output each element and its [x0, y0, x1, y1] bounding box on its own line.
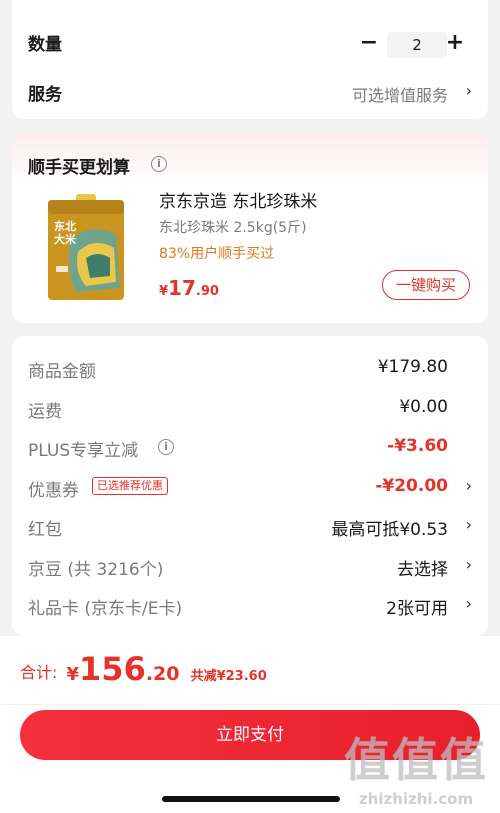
jd-beans-row[interactable]: 京豆 (共 3216个) 去选择 ›: [12, 546, 488, 586]
red-packet-label: 红包: [28, 520, 62, 540]
info-icon[interactable]: i: [158, 439, 174, 455]
quantity-decrease-button[interactable]: −: [359, 32, 379, 54]
plus-discount-value: -¥3.60: [387, 436, 448, 456]
gift-card-value: 2张可用: [386, 599, 448, 619]
goods-amount-value: ¥179.80: [377, 357, 448, 377]
jd-beans-value: 去选择: [397, 560, 448, 580]
coupon-row[interactable]: 优惠券 已选推荐优惠 -¥20.00 ›: [12, 466, 488, 506]
total-line: 合计: ¥156.20 共减¥23.60: [20, 650, 267, 690]
bundle-product-spec: 东北珍珠米 2.5kg(5斤): [159, 220, 307, 236]
red-packet-value: 最高可抵¥0.53: [331, 520, 448, 540]
info-icon[interactable]: i: [151, 156, 167, 172]
chevron-right-icon: ›: [465, 555, 472, 574]
bundle-title: 顺手买更划算: [28, 158, 130, 178]
rice-package-label: 东北大米: [54, 220, 76, 246]
coupon-label: 优惠券: [28, 481, 79, 501]
service-label: 服务: [28, 85, 62, 105]
service-row[interactable]: 服务 可选增值服务 ›: [12, 68, 488, 112]
bundle-product-name[interactable]: 京东京造 东北珍珠米: [159, 187, 317, 212]
shipping-value: ¥0.00: [399, 397, 448, 417]
coupon-value: -¥20.00: [375, 476, 448, 496]
checkout-bar: 合计: ¥156.20 共减¥23.60 立即支付 值值值 zhizhizhi.…: [0, 636, 500, 813]
total-label: 合计:: [20, 663, 58, 682]
jd-beans-label: 京豆 (共 3216个): [28, 560, 164, 580]
quantity-label: 数量: [28, 35, 62, 55]
gift-card-row[interactable]: 礼品卡 (京东卡/E卡) 2张可用 ›: [12, 586, 488, 626]
bundle-card: 顺手买更划算 i 东北大米 京东京造 东北珍珠米 东北珍珠米 2.5kg(5斤)…: [12, 132, 488, 323]
quantity-service-card: 数量 − 2 + 服务 可选增值服务 ›: [12, 0, 488, 119]
shipping-label: 运费: [28, 402, 62, 422]
pay-now-button[interactable]: 立即支付: [20, 710, 480, 760]
red-packet-row[interactable]: 红包 最高可抵¥0.53 ›: [12, 506, 488, 546]
total-integer: 156: [79, 650, 146, 688]
price-symbol: ¥: [159, 284, 169, 299]
divider: [0, 704, 500, 705]
total-decimal: .20: [145, 663, 180, 685]
bundle-product-hint: 83%用户顺手买过: [159, 246, 275, 262]
plus-discount-label: PLUS专享立减: [28, 441, 139, 461]
total-symbol: ¥: [66, 664, 80, 685]
bundle-product-price: ¥17.90: [159, 276, 219, 300]
quantity-increase-button[interactable]: +: [445, 32, 465, 54]
gift-card-label: 礼品卡 (京东卡/E卡): [28, 599, 183, 619]
quantity-value[interactable]: 2: [387, 32, 447, 58]
home-indicator[interactable]: [162, 796, 340, 802]
rice-product-image[interactable]: 东北大米: [30, 192, 142, 302]
rice-bag-icon: [48, 194, 124, 300]
chevron-right-icon: ›: [465, 515, 472, 534]
watermark-url: zhizhizhi.com: [358, 790, 474, 808]
coupon-badge: 已选推荐优惠: [92, 477, 168, 495]
total-discount: 共减¥23.60: [190, 669, 267, 684]
goods-amount-label: 商品金额: [28, 362, 96, 382]
chevron-right-icon: ›: [465, 81, 472, 100]
price-decimal: .90: [195, 284, 219, 299]
chevron-right-icon: ›: [465, 594, 472, 613]
service-value: 可选增值服务: [351, 86, 448, 105]
chevron-right-icon: ›: [465, 476, 472, 495]
price-integer: 17: [168, 276, 196, 300]
price-summary-card: 商品金额 ¥179.80 运费 ¥0.00 PLUS专享立减 i -¥3.60 …: [12, 336, 488, 636]
one-click-buy-button[interactable]: 一键购买: [382, 270, 470, 300]
